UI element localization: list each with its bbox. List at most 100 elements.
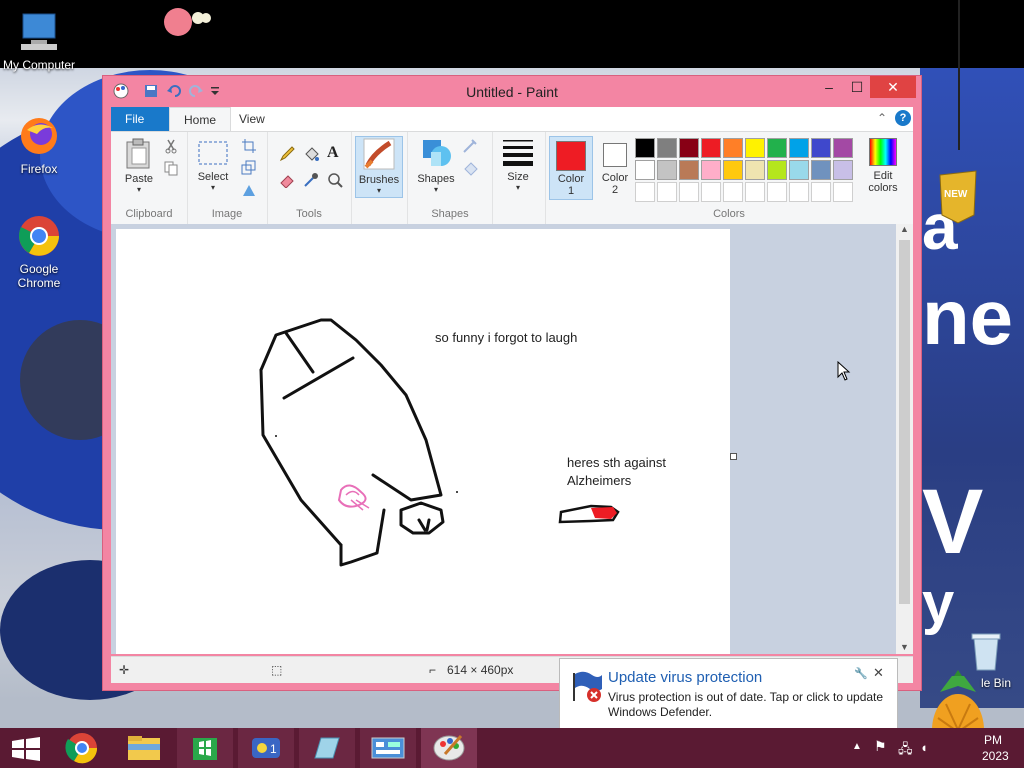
palette-swatch[interactable] bbox=[657, 182, 677, 202]
desktop-icon-chrome[interactable]: Google Chrome bbox=[1, 214, 77, 290]
palette-swatch[interactable] bbox=[833, 138, 853, 158]
defender-flag-icon bbox=[573, 671, 602, 702]
notification-toast[interactable]: Update virus protection Virus protection… bbox=[559, 658, 898, 730]
pencil-icon[interactable] bbox=[279, 146, 295, 162]
volume-icon[interactable]: ◖ bbox=[920, 740, 928, 755]
network-icon[interactable]: 🖧 bbox=[898, 740, 913, 762]
magnifier-icon[interactable] bbox=[327, 172, 343, 188]
edit-colors-button[interactable]: Edit colors bbox=[859, 136, 907, 194]
help-icon[interactable]: ? bbox=[895, 110, 911, 126]
palette-swatch[interactable] bbox=[767, 138, 787, 158]
scrollbar-thumb[interactable] bbox=[899, 240, 910, 604]
cut-icon[interactable] bbox=[163, 138, 179, 154]
palette-swatch[interactable] bbox=[701, 182, 721, 202]
palette-swatch[interactable] bbox=[701, 160, 721, 180]
palette-swatch[interactable] bbox=[767, 160, 787, 180]
palette-swatch[interactable] bbox=[745, 138, 765, 158]
tab-file[interactable]: File bbox=[111, 107, 169, 131]
palette-swatch[interactable] bbox=[635, 182, 655, 202]
text-tool-icon[interactable]: A bbox=[327, 144, 343, 161]
drawing-canvas[interactable]: so funny i forgot to laugh heres sth aga… bbox=[116, 229, 730, 654]
group-label: Shapes bbox=[431, 208, 469, 220]
canvas-text: heres sth against bbox=[567, 455, 667, 470]
canvas-resize-handle[interactable] bbox=[730, 453, 737, 460]
palette-swatch[interactable] bbox=[789, 160, 809, 180]
pin-icon[interactable]: 🔧 bbox=[854, 667, 868, 680]
paste-button[interactable]: Paste ▾ bbox=[119, 138, 159, 194]
brushes-button[interactable]: Brushes ▾ bbox=[355, 136, 403, 198]
eraser-icon[interactable] bbox=[279, 172, 295, 188]
palette-swatch[interactable] bbox=[789, 138, 809, 158]
color1-button[interactable]: Color 1 bbox=[549, 136, 593, 200]
palette-swatch[interactable] bbox=[657, 160, 677, 180]
palette-swatch[interactable] bbox=[679, 182, 699, 202]
palette-swatch[interactable] bbox=[723, 138, 743, 158]
scroll-up-icon[interactable]: ▲ bbox=[896, 224, 913, 234]
desktop-icon-firefox[interactable]: Firefox bbox=[1, 114, 77, 176]
outline-icon[interactable] bbox=[462, 138, 478, 154]
palette-swatch[interactable] bbox=[811, 138, 831, 158]
group-label: Image bbox=[211, 208, 243, 220]
clock-time[interactable]: PM bbox=[984, 733, 1002, 747]
taskbar-game[interactable]: 1 bbox=[238, 728, 294, 768]
palette-swatch[interactable] bbox=[701, 138, 721, 158]
palette-swatch[interactable] bbox=[767, 182, 787, 202]
line-size-icon bbox=[503, 140, 533, 166]
taskbar-file-explorer[interactable] bbox=[116, 728, 172, 768]
close-button[interactable]: ✕ bbox=[870, 76, 916, 98]
palette-swatch[interactable] bbox=[657, 138, 677, 158]
palette-swatch[interactable] bbox=[679, 138, 699, 158]
size-button[interactable]: Size ▾ bbox=[497, 138, 539, 192]
palette-swatch[interactable] bbox=[789, 182, 809, 202]
show-hidden-icons-icon[interactable]: ▲ bbox=[852, 741, 862, 752]
tab-home[interactable]: Home bbox=[169, 107, 232, 132]
start-button[interactable] bbox=[0, 728, 56, 768]
fill-icon[interactable] bbox=[303, 146, 319, 162]
rotate-icon[interactable] bbox=[241, 182, 257, 198]
collapse-ribbon-icon[interactable]: ⌃ bbox=[877, 111, 887, 125]
mouse-cursor-icon bbox=[837, 361, 851, 381]
palette-swatch[interactable] bbox=[811, 182, 831, 202]
palette-swatch[interactable] bbox=[635, 138, 655, 158]
resize-icon[interactable] bbox=[241, 160, 257, 176]
palette-swatch[interactable] bbox=[723, 160, 743, 180]
copy-icon[interactable] bbox=[163, 160, 179, 176]
clock-date[interactable]: 2023 bbox=[982, 749, 1009, 763]
color-picker-icon[interactable] bbox=[303, 172, 319, 188]
palette-swatch[interactable] bbox=[745, 160, 765, 180]
palette-swatch[interactable] bbox=[811, 160, 831, 180]
palette-swatch[interactable] bbox=[833, 160, 853, 180]
pink-sprite-icon[interactable] bbox=[162, 2, 212, 42]
palette-swatch[interactable] bbox=[833, 182, 853, 202]
close-notification-icon[interactable]: ✕ bbox=[873, 665, 884, 681]
crop-icon[interactable] bbox=[241, 138, 257, 154]
taskbar-notebook[interactable] bbox=[299, 728, 355, 768]
maximize-button[interactable]: ☐ bbox=[842, 76, 872, 98]
group-label: Colors bbox=[713, 208, 745, 220]
action-center-flag-icon[interactable]: ⚑ bbox=[874, 738, 887, 755]
chrome-icon bbox=[17, 214, 61, 258]
minimize-button[interactable]: – bbox=[814, 76, 844, 98]
palette-swatch[interactable] bbox=[723, 182, 743, 202]
paste-icon bbox=[126, 138, 150, 169]
desktop-icon-my-computer[interactable]: My Computer bbox=[1, 10, 77, 72]
tab-view[interactable]: View bbox=[225, 107, 279, 131]
shapes-button[interactable]: Shapes ▾ bbox=[414, 136, 458, 194]
scroll-down-icon[interactable]: ▼ bbox=[896, 642, 913, 652]
fill-shape-icon[interactable] bbox=[462, 160, 478, 176]
taskbar-paint[interactable] bbox=[421, 728, 477, 768]
chevron-down-icon: ▾ bbox=[433, 185, 438, 194]
taskbar-store[interactable] bbox=[177, 728, 233, 768]
color2-label-number: 2 bbox=[611, 184, 619, 196]
taskbar-control-panel[interactable] bbox=[360, 728, 416, 768]
chrome-icon bbox=[65, 733, 98, 764]
taskbar-chrome[interactable] bbox=[56, 728, 112, 768]
select-button[interactable]: Select ▾ bbox=[193, 138, 233, 192]
palette-swatch[interactable] bbox=[745, 182, 765, 202]
palette-swatch[interactable] bbox=[635, 160, 655, 180]
palette-swatch[interactable] bbox=[679, 160, 699, 180]
size-label: Size bbox=[507, 171, 529, 183]
color2-button[interactable]: Color 2 bbox=[597, 136, 633, 198]
vertical-scrollbar[interactable]: ▲ ▼ bbox=[896, 224, 913, 654]
title-bar[interactable]: Untitled - Paint – ☐ ✕ bbox=[103, 76, 921, 106]
